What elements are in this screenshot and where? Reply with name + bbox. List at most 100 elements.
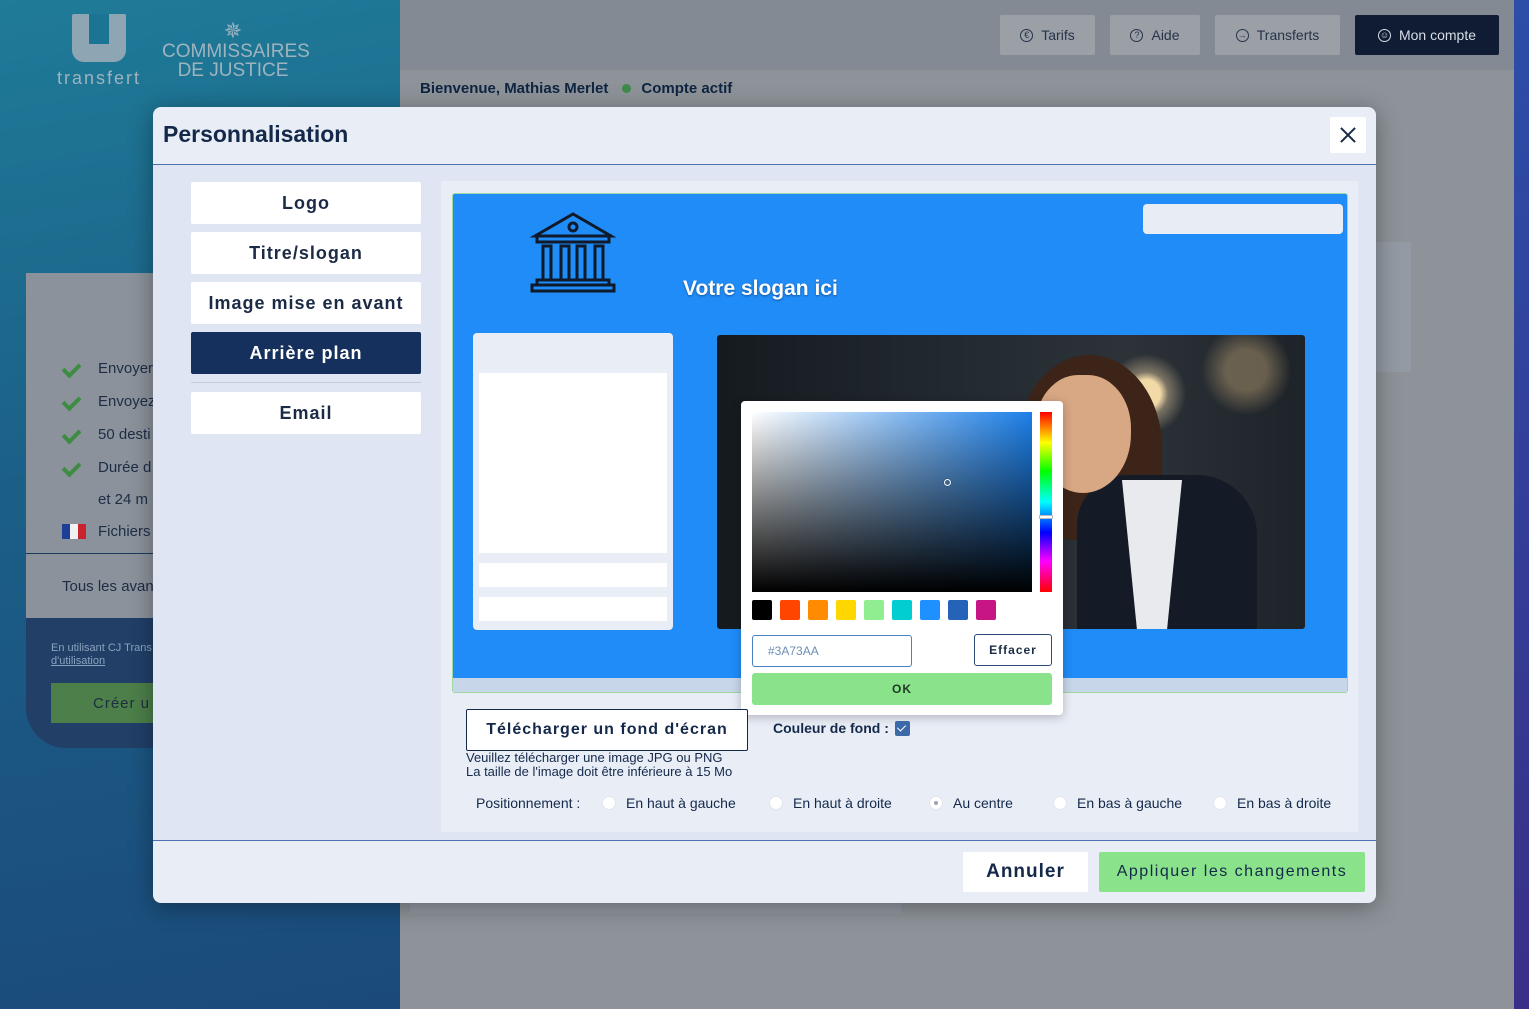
check-icon bbox=[62, 461, 82, 475]
tab-label: Email bbox=[279, 402, 333, 423]
position-bottom-right-label: En bas à droite bbox=[1237, 795, 1332, 811]
tab-label: Logo bbox=[282, 192, 330, 213]
account-button[interactable]: ☺ Mon compte bbox=[1355, 15, 1499, 55]
apply-changes-button[interactable]: Appliquer les changements bbox=[1099, 852, 1365, 892]
upload-hint-format: Veuillez télécharger une image JPG ou PN… bbox=[466, 750, 723, 765]
check-icon bbox=[62, 428, 82, 442]
upload-hint-size: La taille de l'image doit être inférieur… bbox=[466, 764, 733, 779]
modal-title: Personnalisation bbox=[163, 121, 349, 147]
brand-logo: ✵ COMMISSAIRES DE JUSTICE bbox=[162, 18, 310, 81]
modal-footer-divider bbox=[153, 840, 1376, 841]
account-label: Mon compte bbox=[1398, 27, 1477, 43]
cancel-button[interactable]: Annuler bbox=[963, 852, 1088, 892]
preview-form-field bbox=[479, 563, 667, 587]
tab-featured-image[interactable]: Image mise en avant bbox=[191, 282, 421, 324]
bank-building-icon bbox=[529, 212, 617, 293]
upload-hint: Veuillez télécharger une image JPG ou PN… bbox=[466, 751, 732, 779]
preview-form-field bbox=[479, 597, 667, 621]
feature-label: Envoyez bbox=[98, 393, 156, 410]
close-icon[interactable] bbox=[1330, 117, 1366, 153]
color-swatch[interactable] bbox=[780, 600, 800, 620]
sun-emblem-icon: ✵ bbox=[223, 18, 243, 43]
color-swatch[interactable] bbox=[948, 600, 968, 620]
welcome-text: Bienvenue, Mathias Merlet bbox=[420, 80, 609, 97]
color-swatch[interactable] bbox=[808, 600, 828, 620]
app-logo[interactable]: transfert bbox=[50, 14, 148, 90]
color-picker: #3A73AA Effacer OK bbox=[741, 401, 1063, 715]
terms-text: En utilisant CJ Trans d'utilisation bbox=[51, 642, 152, 668]
pricing-button[interactable]: € Tarifs bbox=[1000, 15, 1095, 55]
tab-background[interactable]: Arrière plan bbox=[191, 332, 421, 374]
pricing-label: Tarifs bbox=[1041, 27, 1075, 43]
personalization-modal: Personnalisation Logo Titre/slogan Image… bbox=[153, 107, 1376, 903]
tab-separator bbox=[191, 382, 421, 383]
welcome-bar: Bienvenue, Mathias Merlet Compte actif bbox=[420, 80, 732, 97]
tab-label: Image mise en avant bbox=[208, 292, 404, 313]
tab-label: Titre/slogan bbox=[249, 242, 363, 263]
account-icon: ☺ bbox=[1377, 28, 1391, 42]
preview-input-field bbox=[1143, 204, 1343, 234]
tab-label: Arrière plan bbox=[249, 342, 363, 363]
tab-title-slogan[interactable]: Titre/slogan bbox=[191, 232, 421, 274]
position-bottom-right-radio[interactable] bbox=[1213, 796, 1227, 810]
account-status: Compte actif bbox=[641, 80, 733, 97]
check-icon bbox=[62, 362, 82, 376]
feature-item: Envoyer bbox=[62, 360, 153, 377]
upload-wallpaper-button[interactable]: Télécharger un fond d'écran bbox=[466, 709, 748, 751]
feature-item: Fichiers bbox=[62, 523, 151, 540]
position-bottom-left-radio[interactable] bbox=[1053, 796, 1067, 810]
position-bottom-left-label: En bas à gauche bbox=[1077, 795, 1183, 811]
confirm-color-button[interactable]: OK bbox=[752, 673, 1052, 705]
color-knob[interactable] bbox=[944, 479, 951, 486]
feature-item: Durée d bbox=[62, 459, 151, 476]
saturation-value-area[interactable] bbox=[752, 412, 1032, 592]
color-swatch[interactable] bbox=[892, 600, 912, 620]
tab-logo[interactable]: Logo bbox=[191, 182, 421, 224]
color-swatch[interactable] bbox=[836, 600, 856, 620]
all-features-label: Tous les avan bbox=[62, 578, 154, 595]
feature-item: Envoyez bbox=[62, 393, 156, 410]
euro-icon: € bbox=[1020, 28, 1034, 42]
help-button[interactable]: ? Aide bbox=[1110, 15, 1200, 55]
hue-slider-handle[interactable] bbox=[1039, 515, 1053, 519]
position-top-left-label: En haut à gauche bbox=[626, 795, 736, 811]
right-edge-strip bbox=[1514, 0, 1529, 1009]
position-top-left-radio[interactable] bbox=[602, 796, 616, 810]
position-center-radio[interactable] bbox=[929, 796, 943, 810]
preview-form-card bbox=[473, 333, 673, 630]
feature-label: et 24 m bbox=[98, 491, 149, 508]
background-color-checkbox[interactable] bbox=[895, 721, 910, 736]
color-swatch[interactable] bbox=[920, 600, 940, 620]
transfer-icon: → bbox=[1235, 28, 1249, 42]
feature-label: Durée d bbox=[98, 459, 152, 476]
transfers-label: Transferts bbox=[1256, 27, 1320, 43]
terms-link[interactable]: d'utilisation bbox=[51, 655, 152, 668]
feature-item: et 24 m bbox=[98, 491, 148, 508]
clear-color-button[interactable]: Effacer bbox=[974, 634, 1052, 666]
position-center-label: Au centre bbox=[953, 795, 1013, 811]
color-swatch[interactable] bbox=[976, 600, 996, 620]
france-flag-icon bbox=[62, 524, 86, 539]
tab-email[interactable]: Email bbox=[191, 392, 421, 434]
brand-line-2: DE JUSTICE bbox=[177, 60, 289, 81]
positioning-label: Positionnement : bbox=[476, 795, 581, 811]
hue-slider[interactable] bbox=[1039, 412, 1053, 592]
feature-label: Envoyer bbox=[98, 360, 154, 377]
top-header bbox=[400, 0, 1514, 70]
position-top-right-label: En haut à droite bbox=[793, 795, 892, 811]
all-features-link[interactable]: Tous les avan bbox=[62, 578, 154, 595]
feature-item: 50 desti bbox=[62, 426, 151, 443]
position-top-right-radio[interactable] bbox=[769, 796, 783, 810]
color-swatches bbox=[752, 600, 996, 620]
preview-form-area bbox=[479, 373, 667, 553]
help-label: Aide bbox=[1151, 27, 1180, 43]
color-swatch[interactable] bbox=[752, 600, 772, 620]
hex-color-input[interactable]: #3A73AA bbox=[752, 635, 912, 667]
terms-label: En utilisant CJ Trans bbox=[51, 642, 152, 654]
logo-mark-icon bbox=[72, 14, 126, 62]
feature-label: Fichiers bbox=[98, 523, 151, 540]
feature-label: 50 desti bbox=[98, 426, 151, 443]
background-color-label: Couleur de fond : bbox=[773, 720, 889, 736]
transfers-button[interactable]: → Transferts bbox=[1215, 15, 1340, 55]
color-swatch[interactable] bbox=[864, 600, 884, 620]
